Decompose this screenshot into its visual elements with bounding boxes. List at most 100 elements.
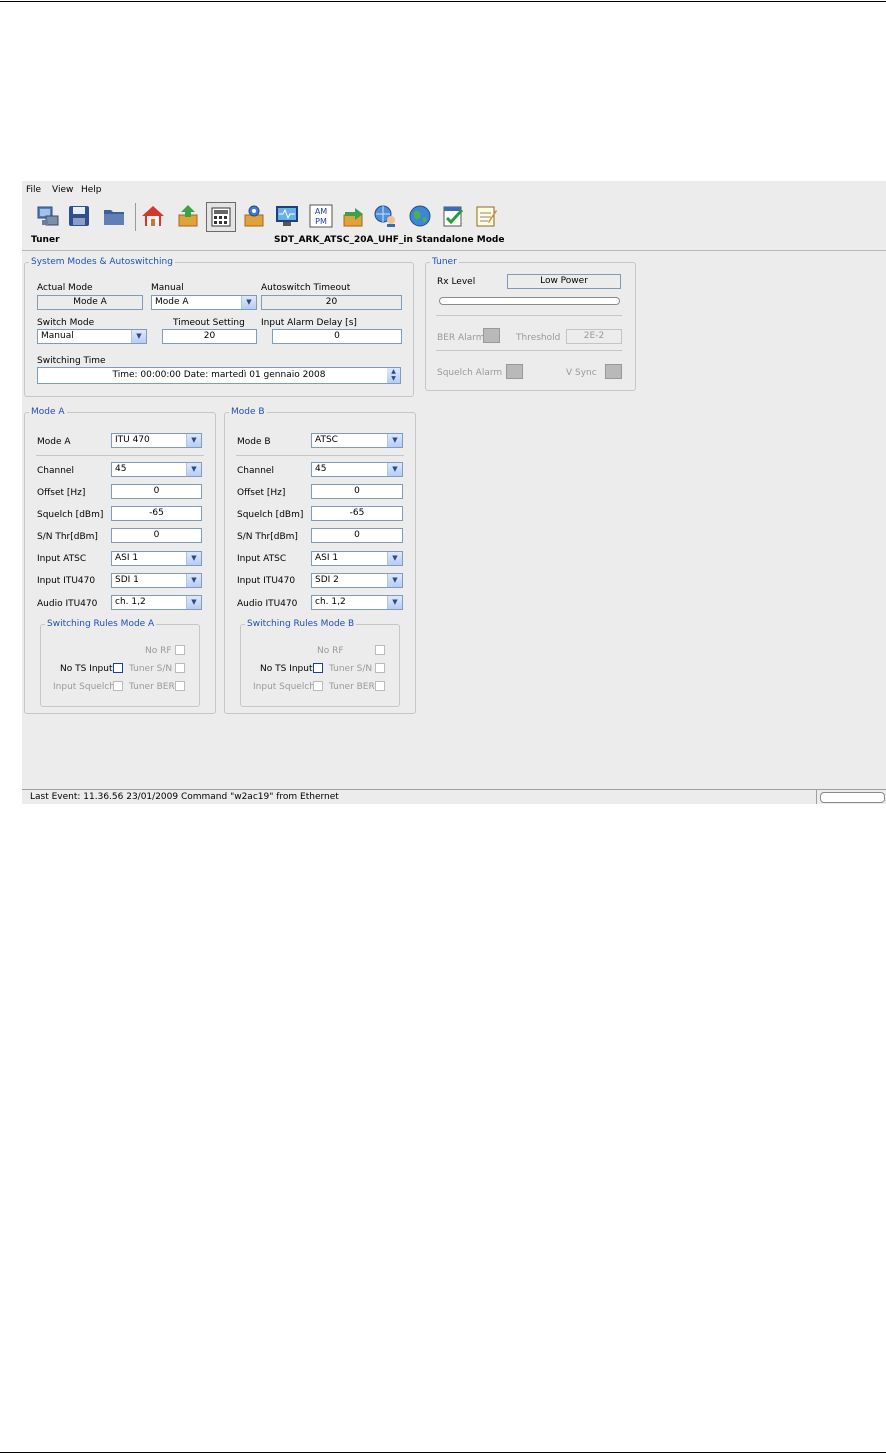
chevron-down-icon[interactable]: ▼ — [387, 596, 402, 609]
spinner-arrows-icon[interactable]: ▲ ▼ — [387, 368, 400, 383]
mode-b-mode-value: ATSC — [315, 435, 338, 445]
mode-b-input-atsc-value: ASI 1 — [315, 553, 339, 563]
gear-box-icon[interactable] — [241, 203, 267, 229]
mode-a-input-itu-value: SDI 1 — [115, 575, 139, 585]
mode-b-input-itu-value: SDI 2 — [315, 575, 339, 585]
home-icon[interactable] — [140, 203, 166, 229]
manual-select[interactable]: Mode A ▼ — [151, 295, 257, 310]
menu-help[interactable]: Help — [81, 185, 102, 195]
chevron-down-icon[interactable]: ▼ — [186, 574, 201, 587]
mode-b-mode-select[interactable]: ATSC ▼ — [311, 433, 403, 448]
switching-time-spinner[interactable]: Time: 00:00:00 Date: martedì 01 gennaio … — [37, 367, 401, 384]
tuner-divider — [436, 315, 622, 316]
timeout-setting-input[interactable]: 20 — [162, 329, 257, 344]
mode-a-audio-itu-label: Audio ITU470 — [37, 599, 98, 609]
mode-a-input-squelch-label: Input Squelch — [53, 682, 115, 692]
mode-a-input-squelch-checkbox[interactable] — [113, 681, 123, 691]
box-up-icon[interactable] — [175, 203, 201, 229]
notepad-icon[interactable] — [473, 203, 499, 229]
mode-a-tuner-ber-checkbox[interactable] — [175, 681, 185, 691]
chevron-down-icon[interactable]: ▼ — [131, 330, 146, 343]
mode-a-channel-label: Channel — [37, 466, 74, 476]
mode-b-no-ts-checkbox[interactable] — [313, 663, 323, 673]
mode-b-input-itu-select[interactable]: SDI 2 ▼ — [311, 573, 403, 588]
mode-a-mode-select[interactable]: ITU 470 ▼ — [111, 433, 202, 448]
mode-b-channel-select[interactable]: 45 ▼ — [311, 462, 403, 477]
threshold-label: Threshold — [516, 333, 561, 343]
world-icon[interactable] — [407, 203, 433, 229]
switching-time-label: Switching Time — [37, 356, 106, 366]
manual-select-value: Mode A — [155, 297, 189, 307]
device-name: SDT_ARK_ATSC_20A_UHF_in Standalone Mode — [274, 235, 505, 245]
mode-b-tuner-ber-checkbox[interactable] — [375, 681, 385, 691]
mode-b-squelch-input[interactable]: -65 — [311, 506, 403, 521]
mode-a-tuner-sn-label: Tuner S/N — [129, 664, 173, 674]
switch-mode-value: Manual — [41, 331, 74, 341]
switch-mode-select[interactable]: Manual ▼ — [37, 329, 147, 344]
mode-a-squelch-input[interactable]: -65 — [111, 506, 202, 521]
mode-b-offset-input[interactable]: 0 — [311, 484, 403, 499]
save-icon[interactable] — [66, 203, 92, 229]
svg-text:PM: PM — [315, 217, 327, 226]
mode-a-tuner-sn-checkbox[interactable] — [175, 663, 185, 673]
mode-b-tuner-sn-checkbox[interactable] — [375, 663, 385, 673]
rx-level-bar — [439, 297, 620, 305]
mode-b-sn-label: S/N Thr[dBm] — [237, 532, 298, 542]
keypad-icon[interactable] — [206, 202, 236, 232]
chevron-down-icon[interactable]: ▼ — [186, 552, 201, 565]
mode-b-no-rf-checkbox[interactable] — [375, 645, 385, 655]
status-progress-bar — [820, 792, 885, 803]
mode-a-squelch-label: Squelch [dBm] — [37, 510, 104, 520]
mode-a-input-atsc-value: ASI 1 — [115, 553, 139, 563]
mode-b-sn-input[interactable]: 0 — [311, 528, 403, 543]
mode-b-legend: Mode B — [231, 407, 265, 417]
ber-alarm-led — [483, 328, 500, 343]
mode-b-audio-itu-select[interactable]: ch. 1,2 ▼ — [311, 595, 403, 610]
mode-b-rules-legend: Switching Rules Mode B — [247, 619, 355, 629]
checklist-icon[interactable] — [440, 203, 466, 229]
mode-b-input-squelch-label: Input Squelch — [253, 682, 315, 692]
vsync-led — [605, 364, 622, 379]
mode-a-input-itu-label: Input ITU470 — [37, 576, 96, 586]
mode-a-channel-select[interactable]: 45 ▼ — [111, 462, 202, 477]
chevron-down-icon[interactable]: ▼ — [387, 552, 402, 565]
box-arrow-icon[interactable] — [340, 203, 366, 229]
mode-a-divider — [36, 455, 204, 456]
mode-a-offset-input[interactable]: 0 — [111, 484, 202, 499]
chevron-down-icon[interactable]: ▼ — [186, 463, 201, 476]
chevron-down-icon[interactable]: ▼ — [387, 463, 402, 476]
mode-b-input-atsc-select[interactable]: ASI 1 ▼ — [311, 551, 403, 566]
header-separator — [22, 250, 886, 251]
mode-a-no-ts-label: No TS Input — [60, 664, 113, 674]
mode-a-sn-input[interactable]: 0 — [111, 528, 202, 543]
menu-view[interactable]: View — [52, 185, 73, 195]
alarm-delay-input[interactable]: 0 — [272, 329, 402, 344]
mode-b-input-squelch-checkbox[interactable] — [313, 681, 323, 691]
rx-level-value: Low Power — [507, 274, 621, 289]
mode-b-input-itu-label: Input ITU470 — [237, 576, 296, 586]
am-pm-icon[interactable]: AM PM — [308, 203, 334, 229]
chevron-down-icon[interactable]: ▼ — [186, 596, 201, 609]
mode-a-input-atsc-select[interactable]: ASI 1 ▼ — [111, 551, 202, 566]
mode-a-no-rf-checkbox[interactable] — [175, 645, 185, 655]
chevron-down-icon[interactable]: ▼ — [186, 434, 201, 447]
folder-icon[interactable] — [101, 203, 127, 229]
chevron-down-icon[interactable]: ▼ — [387, 574, 402, 587]
page-title: Tuner — [31, 235, 60, 245]
application-window: File View Help AM PM Tuner SDT_ARK_ATSC_… — [22, 181, 886, 804]
mode-a-audio-itu-select[interactable]: ch. 1,2 ▼ — [111, 595, 202, 610]
mode-a-sn-label: S/N Thr[dBm] — [37, 532, 98, 542]
chevron-down-icon[interactable]: ▼ — [241, 296, 256, 309]
chevron-down-icon[interactable]: ▼ — [387, 434, 402, 447]
computer-icon[interactable] — [35, 203, 61, 229]
mode-a-no-ts-checkbox[interactable] — [113, 663, 123, 673]
squelch-alarm-label: Squelch Alarm — [437, 368, 503, 378]
mode-a-audio-itu-value: ch. 1,2 — [115, 597, 146, 607]
rx-level-label: Rx Level — [437, 277, 476, 287]
mode-b-divider — [236, 455, 404, 456]
globe-user-icon[interactable] — [372, 203, 398, 229]
menu-file[interactable]: File — [26, 185, 41, 195]
svg-text:AM: AM — [315, 207, 327, 216]
mode-a-input-itu-select[interactable]: SDI 1 ▼ — [111, 573, 202, 588]
monitor-icon[interactable] — [274, 203, 300, 229]
